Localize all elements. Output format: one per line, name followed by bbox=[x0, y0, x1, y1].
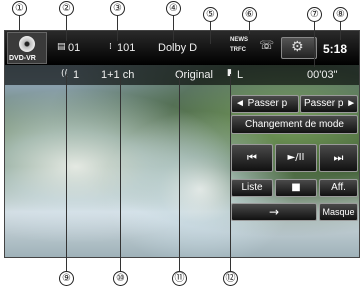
leader-line-11 bbox=[179, 74, 180, 272]
title-number: 01 bbox=[68, 42, 81, 54]
audio-channels: 1+1 ch bbox=[101, 69, 135, 81]
display-button[interactable]: Aff. bbox=[319, 179, 358, 197]
gear-icon: ⚙ bbox=[291, 39, 304, 55]
callout-12: ⑫ bbox=[223, 271, 238, 286]
next-track-button[interactable]: ⏭ bbox=[319, 144, 358, 172]
callout-4: ④ bbox=[166, 1, 181, 16]
callout-10: ⑩ bbox=[113, 271, 128, 286]
callout-1: ① bbox=[12, 1, 27, 16]
hide-button[interactable]: Masque bbox=[319, 203, 358, 221]
leader-line-6 bbox=[249, 22, 250, 34]
leader-line-5 bbox=[210, 22, 211, 44]
traffic-indicator: TRFC bbox=[230, 47, 246, 53]
callout-3: ③ bbox=[110, 1, 125, 16]
info-bar: (( 1 1+1 ch Original ▮ L 00'03" bbox=[5, 65, 359, 85]
callout-6: ⑥ bbox=[242, 7, 257, 22]
leader-line-1 bbox=[19, 16, 20, 32]
mode-change-button[interactable]: Changement de mode bbox=[231, 115, 358, 134]
title-icon: ▤ bbox=[57, 42, 66, 52]
callout-5: ⑤ bbox=[203, 7, 218, 22]
leader-line-12 bbox=[230, 74, 231, 272]
playback-screen: DVD-VR ▤ 01 ⁞ 101 Dolby D NEWS TRFC ☏ ⚙ … bbox=[4, 30, 360, 258]
leader-line-9 bbox=[66, 74, 67, 272]
clock: 5:18 bbox=[323, 42, 348, 56]
subtitle-channel: L bbox=[237, 69, 244, 81]
previous-track-button[interactable]: ⏮ bbox=[231, 144, 273, 172]
phone-icon: ☏ bbox=[259, 38, 275, 52]
play-pause-button[interactable]: ►/II bbox=[275, 144, 317, 172]
callout-7: ⑦ bbox=[307, 7, 322, 22]
stop-button[interactable]: ■ bbox=[275, 179, 317, 197]
skip-forward-button[interactable]: Passer p ► bbox=[300, 95, 358, 113]
callout-2: ② bbox=[59, 1, 74, 16]
status-bar: DVD-VR ▤ 01 ⁞ 101 Dolby D NEWS TRFC ☏ ⚙ … bbox=[5, 31, 359, 65]
settings-button[interactable]: ⚙ bbox=[281, 37, 317, 59]
audio-format: Dolby D bbox=[158, 42, 198, 54]
chapter-icon: ⁞ bbox=[109, 42, 112, 52]
list-button[interactable]: Liste bbox=[231, 179, 273, 197]
callout-9: ⑨ bbox=[59, 271, 74, 286]
leader-line-2 bbox=[66, 16, 67, 41]
skip-back-button[interactable]: ◄ Passer p bbox=[231, 95, 299, 113]
leader-line-7 bbox=[314, 22, 315, 67]
chapter-number: 101 bbox=[117, 42, 136, 54]
callout-8: ⑧ bbox=[333, 7, 348, 22]
leader-line-8 bbox=[340, 22, 341, 40]
callout-11: ⑪ bbox=[172, 271, 187, 286]
program-name: Original bbox=[175, 69, 213, 81]
disc-label: DVD-VR bbox=[9, 55, 36, 62]
disc-icon bbox=[19, 36, 35, 52]
arrow-button[interactable]: → bbox=[231, 203, 317, 221]
audio-number: 1 bbox=[73, 69, 80, 81]
leader-line-3 bbox=[117, 16, 118, 41]
leader-line-10 bbox=[120, 74, 121, 272]
news-indicator: NEWS bbox=[230, 37, 248, 43]
source-icon[interactable]: DVD-VR bbox=[7, 32, 47, 64]
elapsed-time: 00'03" bbox=[307, 69, 338, 81]
leader-line-4 bbox=[173, 16, 174, 41]
